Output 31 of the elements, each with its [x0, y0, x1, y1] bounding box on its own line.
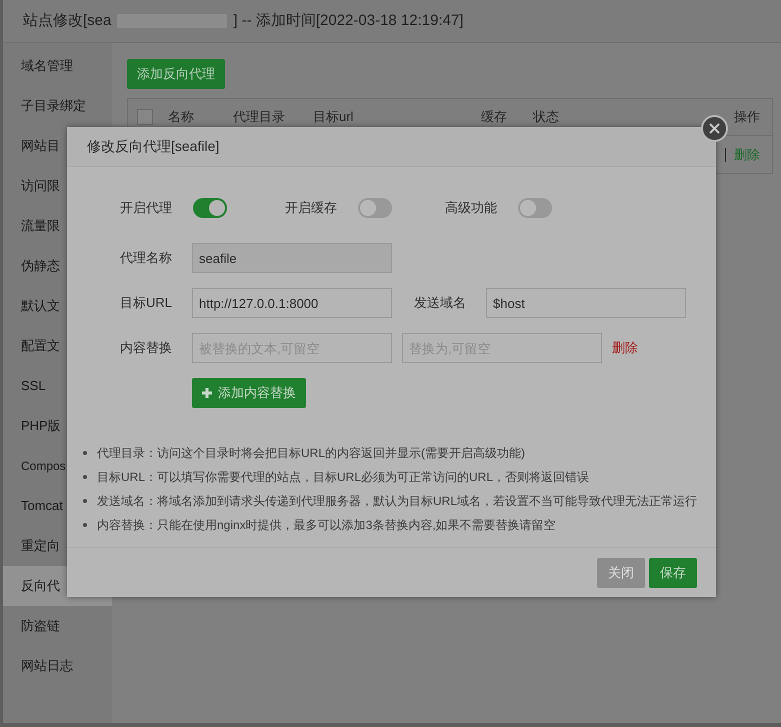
close-button[interactable]: 关闭 — [597, 558, 645, 588]
field-label: 发送域名 — [413, 294, 466, 312]
field-label: 开启缓存 — [285, 199, 337, 218]
column-header: 代理目录 — [233, 108, 286, 126]
field-label: 内容替换 — [119, 339, 172, 358]
bullet-icon — [83, 499, 87, 503]
column-header: 目标url — [313, 108, 354, 126]
field-label: 目标URL — [118, 294, 172, 312]
toggle-switch[interactable] — [358, 198, 392, 218]
plus-icon — [202, 388, 212, 398]
column-header: 状态 — [533, 108, 560, 126]
add-proxy-button[interactable]: 添加反向代理 — [127, 59, 225, 89]
column-header: 操作 — [734, 108, 760, 126]
delete-link[interactable]: 删除 — [612, 338, 638, 358]
column-header: 缓存 — [481, 108, 508, 126]
bullet-icon — [83, 475, 87, 479]
field-label: 代理名称 — [119, 249, 172, 268]
save-button[interactable]: 保存 — [649, 558, 697, 588]
input-field[interactable]: $host — [486, 288, 686, 318]
column-header: 名称 — [168, 108, 195, 126]
field-label: 开启代理 — [119, 199, 172, 218]
toggle-switch[interactable] — [518, 198, 552, 218]
input-field[interactable]: http://127.0.0.1:8000 — [192, 288, 392, 318]
window-title: ] -- 添加时间[2022-03-18 12:19:47] — [233, 10, 464, 31]
checkbox[interactable] — [137, 109, 153, 125]
add-replace-button[interactable]: 添加内容替换 — [192, 378, 306, 408]
bullet-icon — [83, 451, 87, 455]
window-title: 站点修改[sea — [23, 10, 112, 31]
field-label: 高级功能 — [445, 199, 497, 218]
toggle-switch[interactable] — [193, 198, 227, 218]
bullet-icon — [83, 523, 87, 527]
